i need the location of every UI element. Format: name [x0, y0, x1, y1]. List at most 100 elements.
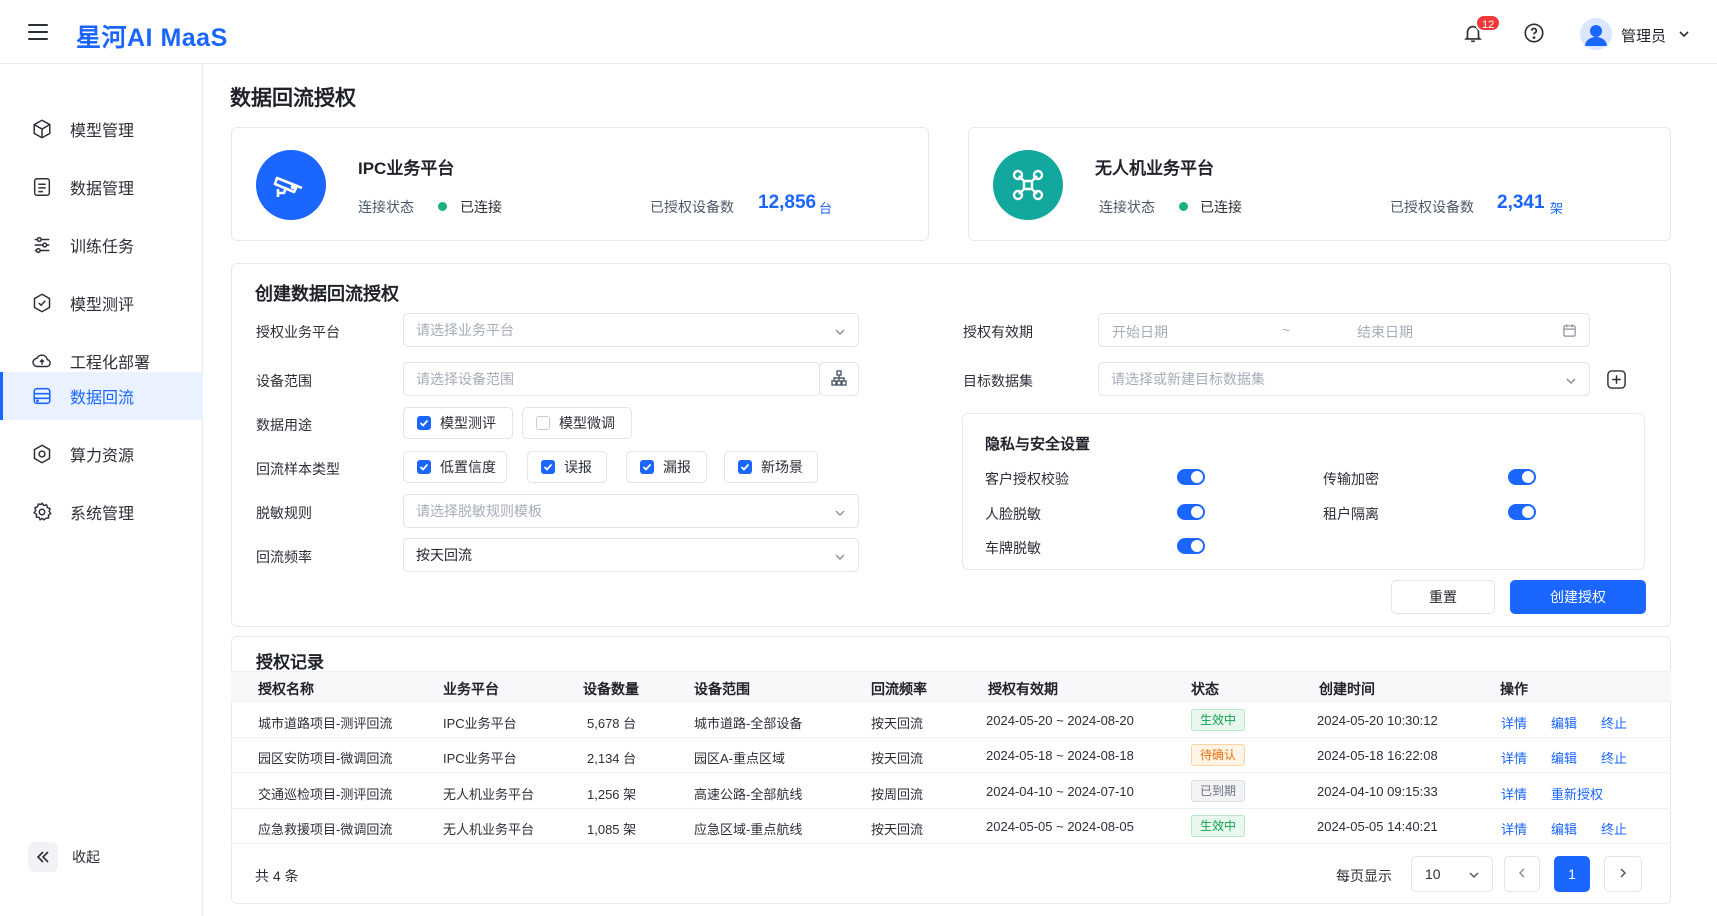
usage-option-label: 模型测评 — [440, 415, 496, 431]
prev-page-button[interactable] — [1504, 856, 1540, 892]
add-dataset-icon[interactable] — [1606, 369, 1627, 393]
detail-link[interactable]: 详情 — [1501, 784, 1527, 803]
cell-freq: 按天回流 — [871, 751, 924, 766]
platform-select[interactable]: 请选择业务平台 — [403, 313, 859, 347]
range-input[interactable]: 请选择设备范围 — [403, 362, 820, 396]
gear-icon — [30, 500, 54, 524]
user-name[interactable]: 管理员 — [1621, 25, 1666, 46]
sidebar: 模型管理 数据管理 训练任务 模型测评 工程化部署 数据回流 算力资源 系统管理… — [0, 64, 203, 916]
table-row: 应急救援项目-微调回流 无人机业务平台 1,085 架 应急区域-重点航线 按天… — [231, 809, 1671, 844]
sidebar-item-training[interactable]: 训练任务 — [0, 221, 203, 269]
status-value: 已连接 — [1200, 199, 1242, 215]
toggle-plate-mask[interactable] — [1177, 538, 1205, 554]
sample-option-lowconf[interactable]: 低置信度 — [403, 451, 507, 483]
devices-unit: 台 — [819, 201, 833, 216]
detail-link[interactable]: 详情 — [1501, 713, 1527, 732]
status-value: 已连接 — [460, 199, 502, 215]
cell-platform: 无人机业务平台 — [443, 787, 535, 802]
sidebar-item-evaluation[interactable]: 模型测评 — [0, 279, 203, 327]
toggle-customer-auth[interactable] — [1177, 469, 1205, 485]
terminate-link[interactable]: 终止 — [1601, 748, 1627, 767]
cell-range: 应急区域-重点航线 — [694, 822, 803, 837]
sidebar-item-models[interactable]: 模型管理 — [0, 105, 203, 153]
toggle-transport-encrypt[interactable] — [1508, 469, 1536, 485]
mask-label: 脱敏规则 — [256, 505, 312, 521]
checkbox-checked-icon — [541, 460, 555, 474]
page-size-select[interactable]: 10 — [1411, 856, 1493, 892]
cube-icon — [30, 117, 54, 141]
sidebar-item-label: 训练任务 — [70, 239, 135, 256]
devices-label: 已授权设备数 — [1390, 199, 1474, 215]
org-tree-icon — [830, 369, 848, 390]
edit-link[interactable]: 编辑 — [1551, 748, 1577, 767]
sidebar-item-system[interactable]: 系统管理 — [0, 488, 203, 536]
date-range-picker[interactable]: 开始日期 ~ 结束日期 — [1098, 313, 1590, 347]
privacy-label: 车牌脱敏 — [985, 540, 1041, 556]
sidebar-item-label: 模型管理 — [70, 123, 135, 140]
checkbox-unchecked-icon — [536, 416, 550, 430]
cell-count: 5,678 台 — [587, 716, 637, 731]
sidebar-item-data[interactable]: 数据管理 — [0, 163, 203, 211]
page-button-current[interactable]: 1 — [1554, 856, 1590, 892]
help-icon[interactable] — [1521, 20, 1547, 46]
sidebar-item-compute[interactable]: 算力资源 — [0, 430, 203, 478]
privacy-label: 租户隔离 — [1323, 506, 1379, 522]
usage-option-eval[interactable]: 模型测评 — [403, 407, 513, 439]
checkbox-checked-icon — [640, 460, 654, 474]
database-icon — [30, 384, 54, 408]
end-date-placeholder: 结束日期 — [1357, 324, 1413, 340]
privacy-label: 人脸脱敏 — [985, 506, 1041, 522]
validity-label: 授权有效期 — [963, 324, 1033, 340]
page-size-label: 每页显示 — [1336, 868, 1392, 884]
cell-freq: 按周回流 — [871, 787, 924, 802]
range-placeholder: 请选择设备范围 — [416, 371, 514, 387]
sidebar-item-label: 模型测评 — [70, 297, 135, 314]
collapse-label: 收起 — [72, 849, 100, 865]
platform-label: 授权业务平台 — [256, 324, 340, 340]
table-row: 城市道路项目-测评回流 IPC业务平台 5,678 台 城市道路-全部设备 按天… — [231, 703, 1671, 738]
tree-select-button[interactable] — [819, 362, 859, 396]
sample-option-false-positive[interactable]: 误报 — [527, 451, 607, 483]
column-header: 授权有效期 — [988, 681, 1058, 697]
mask-select[interactable]: 请选择脱敏规则模板 — [403, 494, 859, 528]
create-auth-button[interactable]: 创建授权 — [1510, 580, 1646, 614]
sample-option-new-scene[interactable]: 新场景 — [724, 451, 818, 483]
camera-icon — [256, 150, 326, 220]
cell-name: 园区安防项目-微调回流 — [258, 751, 393, 766]
edit-link[interactable]: 编辑 — [1551, 713, 1577, 732]
cell-created: 2024-05-05 14:40:21 — [1317, 819, 1438, 834]
next-page-button[interactable] — [1604, 856, 1642, 892]
chevron-down-icon[interactable] — [1678, 27, 1690, 43]
edit-link[interactable]: 编辑 — [1551, 819, 1577, 838]
sample-option-false-negative[interactable]: 漏报 — [626, 451, 707, 483]
sidebar-item-backflow[interactable]: 数据回流 — [0, 372, 203, 420]
status-badge: 生效中 — [1191, 815, 1246, 837]
reset-button[interactable]: 重置 — [1391, 580, 1495, 614]
status-dot — [438, 202, 447, 211]
avatar[interactable] — [1580, 18, 1612, 50]
cell-count: 1,256 架 — [587, 787, 637, 802]
cell-count: 1,085 架 — [587, 822, 637, 837]
dataset-select[interactable]: 请选择或新建目标数据集 — [1098, 362, 1590, 396]
dataset-placeholder: 请选择或新建目标数据集 — [1111, 371, 1265, 387]
detail-link[interactable]: 详情 — [1501, 748, 1527, 767]
reauthorize-link[interactable]: 重新授权 — [1551, 784, 1603, 803]
toggle-face-mask[interactable] — [1177, 504, 1205, 520]
terminate-link[interactable]: 终止 — [1601, 713, 1627, 732]
privacy-title: 隐私与安全设置 — [985, 436, 1091, 453]
top-bar: 星河AI MaaS 12 管理员 — [0, 0, 1717, 64]
sidebar-item-label: 系统管理 — [70, 506, 135, 523]
usage-label: 数据用途 — [256, 417, 312, 433]
terminate-link[interactable]: 终止 — [1601, 819, 1627, 838]
status-badge: 生效中 — [1191, 709, 1246, 731]
detail-link[interactable]: 详情 — [1501, 819, 1527, 838]
freq-select[interactable]: 按天回流 — [403, 538, 859, 572]
collapse-button[interactable]: 收起 — [28, 842, 100, 872]
range-label: 设备范围 — [256, 373, 312, 389]
menu-icon[interactable] — [28, 22, 48, 42]
chevron-down-icon — [1468, 868, 1480, 884]
cell-name: 应急救援项目-微调回流 — [258, 822, 393, 837]
usage-option-finetune[interactable]: 模型微调 — [522, 407, 632, 439]
toggle-tenant-isolation[interactable] — [1508, 504, 1536, 520]
page-size-value: 10 — [1425, 866, 1441, 882]
